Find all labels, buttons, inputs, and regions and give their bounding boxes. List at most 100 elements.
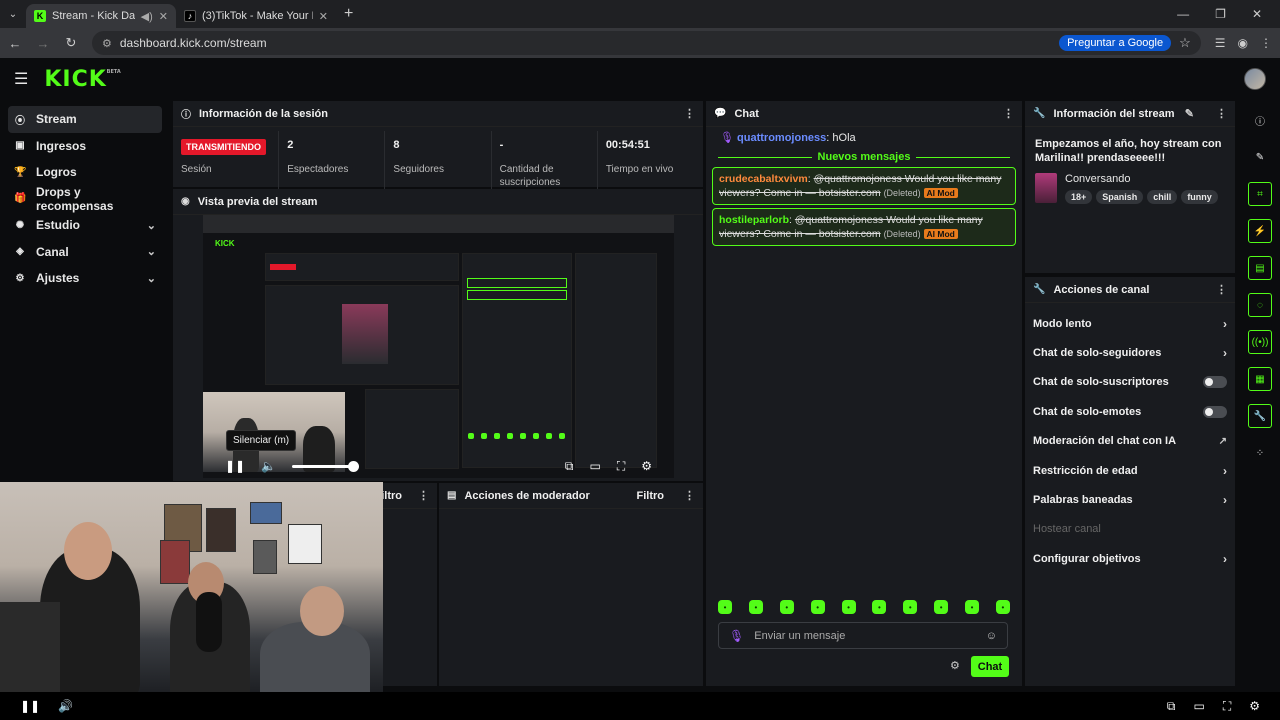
chat-input[interactable]: 🎙 Enviar un mensaje ☺ xyxy=(718,622,1008,649)
emote-2-icon[interactable]: • xyxy=(748,600,763,614)
wrench-icon[interactable]: 🔧 xyxy=(1248,404,1272,428)
pip-icon[interactable]: ⧉ xyxy=(1167,699,1176,714)
sidebar-item-drops-y-recompensas[interactable]: 🎁 Drops y recompensas xyxy=(8,185,162,213)
flagged-message[interactable]: crudecabaltxvivm: @quattromojoness Would… xyxy=(712,167,1016,205)
emote-3-icon[interactable]: • xyxy=(779,600,794,614)
chat-bubble-icon[interactable]: ◌ xyxy=(1248,293,1272,317)
channel-action-8[interactable]: Configurar objetivos › xyxy=(1025,544,1235,573)
site-settings-icon[interactable]: ⚙ xyxy=(102,37,112,50)
fullscreen-icon[interactable]: ⛶ xyxy=(617,459,625,474)
browser-menu-icon[interactable]: ⋮ xyxy=(1260,36,1272,50)
ask-google-button[interactable]: Preguntar a Google xyxy=(1059,35,1172,51)
tab-search-icon[interactable]: ⌄ xyxy=(0,0,26,28)
volume-icon[interactable]: 🔊 xyxy=(58,699,73,713)
more-options-icon[interactable]: ⋮ xyxy=(418,489,429,502)
sidebar-item-ingresos[interactable]: ▣ Ingresos xyxy=(8,133,162,160)
chevron-right-icon[interactable]: › xyxy=(1223,552,1227,566)
layout-icon[interactable]: ▦ xyxy=(1248,367,1272,391)
flagged-message[interactable]: hostileparlorb: @quattromojoness Would y… xyxy=(712,208,1016,246)
dots-icon[interactable]: ⁘ xyxy=(1248,441,1272,465)
sidebar-item-estudio[interactable]: ✺ Estudio ⌄ xyxy=(8,212,162,239)
settings-icon[interactable]: ⚙ xyxy=(641,459,652,473)
emote-1-icon[interactable]: • xyxy=(718,600,732,614)
window-close-icon[interactable]: ✕ xyxy=(1252,7,1262,21)
channel-action-6[interactable]: Palabras baneadas › xyxy=(1025,485,1235,514)
category-thumbnail[interactable] xyxy=(1035,173,1057,203)
volume-icon[interactable]: 🔈 xyxy=(261,459,276,473)
chevron-right-icon[interactable]: › xyxy=(1223,493,1227,507)
chat-send-button[interactable]: Chat xyxy=(971,656,1009,677)
stream-tag[interactable]: chill xyxy=(1147,190,1178,204)
filter-button[interactable]: Filtro xyxy=(637,490,665,502)
more-options-icon[interactable]: ⋮ xyxy=(684,489,695,502)
pause-icon[interactable]: ❚❚ xyxy=(225,459,245,473)
profile-icon[interactable]: ◉ xyxy=(1238,36,1248,50)
emote-10-icon[interactable]: • xyxy=(995,600,1010,614)
emote-5-icon[interactable]: • xyxy=(841,600,856,614)
user-avatar[interactable] xyxy=(1244,68,1266,90)
microphone-icon[interactable]: 🎙 xyxy=(729,629,744,643)
sidebar-item-ajustes[interactable]: ⚙ Ajustes ⌄ xyxy=(8,265,162,292)
channel-action-1[interactable]: Chat de solo-seguidores › xyxy=(1025,338,1235,367)
sidebar-item-logros[interactable]: 🏆 Logros xyxy=(8,159,162,186)
url-field[interactable]: ⚙ dashboard.kick.com/stream Preguntar a … xyxy=(92,31,1201,55)
emote-8-icon[interactable]: • xyxy=(934,600,949,614)
document-icon[interactable]: ▤ xyxy=(1248,256,1272,280)
minimize-icon[interactable]: — xyxy=(1177,7,1189,21)
pip-icon[interactable]: ⧉ xyxy=(565,459,574,474)
browser-tab-tiktok[interactable]: ♪ (3)TikTok - Make Your Day ✕ xyxy=(176,4,336,28)
stream-tag[interactable]: Spanish xyxy=(1096,190,1144,204)
volume-slider[interactable] xyxy=(292,460,360,472)
category-name[interactable]: Conversando xyxy=(1065,173,1218,185)
info-icon[interactable]: ⓘ xyxy=(1248,108,1272,132)
browser-tab-kick[interactable]: K Stream - Kick Dashboard ◀) ✕ xyxy=(26,4,176,28)
tab-audio-icon[interactable]: ◀) xyxy=(141,10,153,23)
fullscreen-icon[interactable]: ⛶ xyxy=(1223,699,1231,714)
edit-pencil-icon[interactable]: ✎ xyxy=(1185,107,1194,120)
more-options-icon[interactable]: ⋮ xyxy=(1003,107,1014,120)
chevron-right-icon[interactable]: › xyxy=(1223,464,1227,478)
channel-action-2[interactable]: Chat de solo-suscriptores xyxy=(1025,368,1235,397)
stream-tag[interactable]: funny xyxy=(1181,190,1218,204)
channel-action-0[interactable]: Modo lento › xyxy=(1025,309,1235,338)
chevron-down-icon[interactable]: ⌄ xyxy=(147,219,156,232)
back-icon[interactable]: ← xyxy=(8,36,22,51)
kick-logo[interactable]: KICK BETA xyxy=(44,67,120,92)
emote-9-icon[interactable]: • xyxy=(965,600,979,614)
chat-settings-icon[interactable]: ⚙ xyxy=(950,659,960,672)
reading-list-icon[interactable]: ☰ xyxy=(1215,36,1226,50)
broadcast-icon[interactable]: ((•)) xyxy=(1248,330,1272,354)
new-tab-icon[interactable]: + xyxy=(336,5,361,23)
channel-action-5[interactable]: Restricción de edad › xyxy=(1025,456,1235,485)
emote-7-icon[interactable]: • xyxy=(903,600,918,614)
chat-username[interactable]: quattromojoness xyxy=(737,132,826,144)
stream-tag[interactable]: 18+ xyxy=(1065,190,1093,204)
toggle-switch[interactable] xyxy=(1203,405,1227,418)
pause-icon[interactable]: ❚❚ xyxy=(20,699,40,713)
more-options-icon[interactable]: ⋮ xyxy=(1216,283,1227,296)
chevron-right-icon[interactable]: › xyxy=(1223,317,1227,331)
sidebar-item-stream[interactable]: ⦿ Stream xyxy=(8,106,162,133)
bolt-icon[interactable]: ⚡ xyxy=(1248,219,1272,243)
chat-username[interactable]: crudecabaltxvivm xyxy=(719,173,808,185)
forward-icon[interactable]: → xyxy=(36,36,50,51)
channel-action-3[interactable]: Chat de solo-emotes xyxy=(1025,397,1235,426)
chat-username[interactable]: hostileparlorb xyxy=(719,214,789,226)
bookmark-star-icon[interactable]: ☆ xyxy=(1179,35,1191,51)
emote-6-icon[interactable]: • xyxy=(872,600,887,614)
sidebar-item-canal[interactable]: ◈ Canal ⌄ xyxy=(8,239,162,266)
external-link-icon[interactable]: ↗ xyxy=(1219,436,1227,447)
chevron-down-icon[interactable]: ⌄ xyxy=(147,272,156,285)
channel-action-4[interactable]: Moderación del chat con IA ↗ xyxy=(1025,427,1235,456)
scan-icon[interactable]: ⌗ xyxy=(1248,182,1272,206)
volume-knob[interactable] xyxy=(348,460,360,472)
theater-icon[interactable]: ▭ xyxy=(1193,699,1204,714)
tab-close-icon[interactable]: ✕ xyxy=(319,10,328,23)
menu-icon[interactable]: ☰ xyxy=(14,69,28,89)
tab-close-icon[interactable]: ✕ xyxy=(159,10,168,23)
pencil-icon[interactable]: ✎ xyxy=(1248,145,1272,169)
more-options-icon[interactable]: ⋮ xyxy=(1216,107,1227,120)
emote-4-icon[interactable]: • xyxy=(810,600,825,614)
more-options-icon[interactable]: ⋮ xyxy=(684,107,695,120)
restore-icon[interactable]: ❐ xyxy=(1215,7,1226,21)
